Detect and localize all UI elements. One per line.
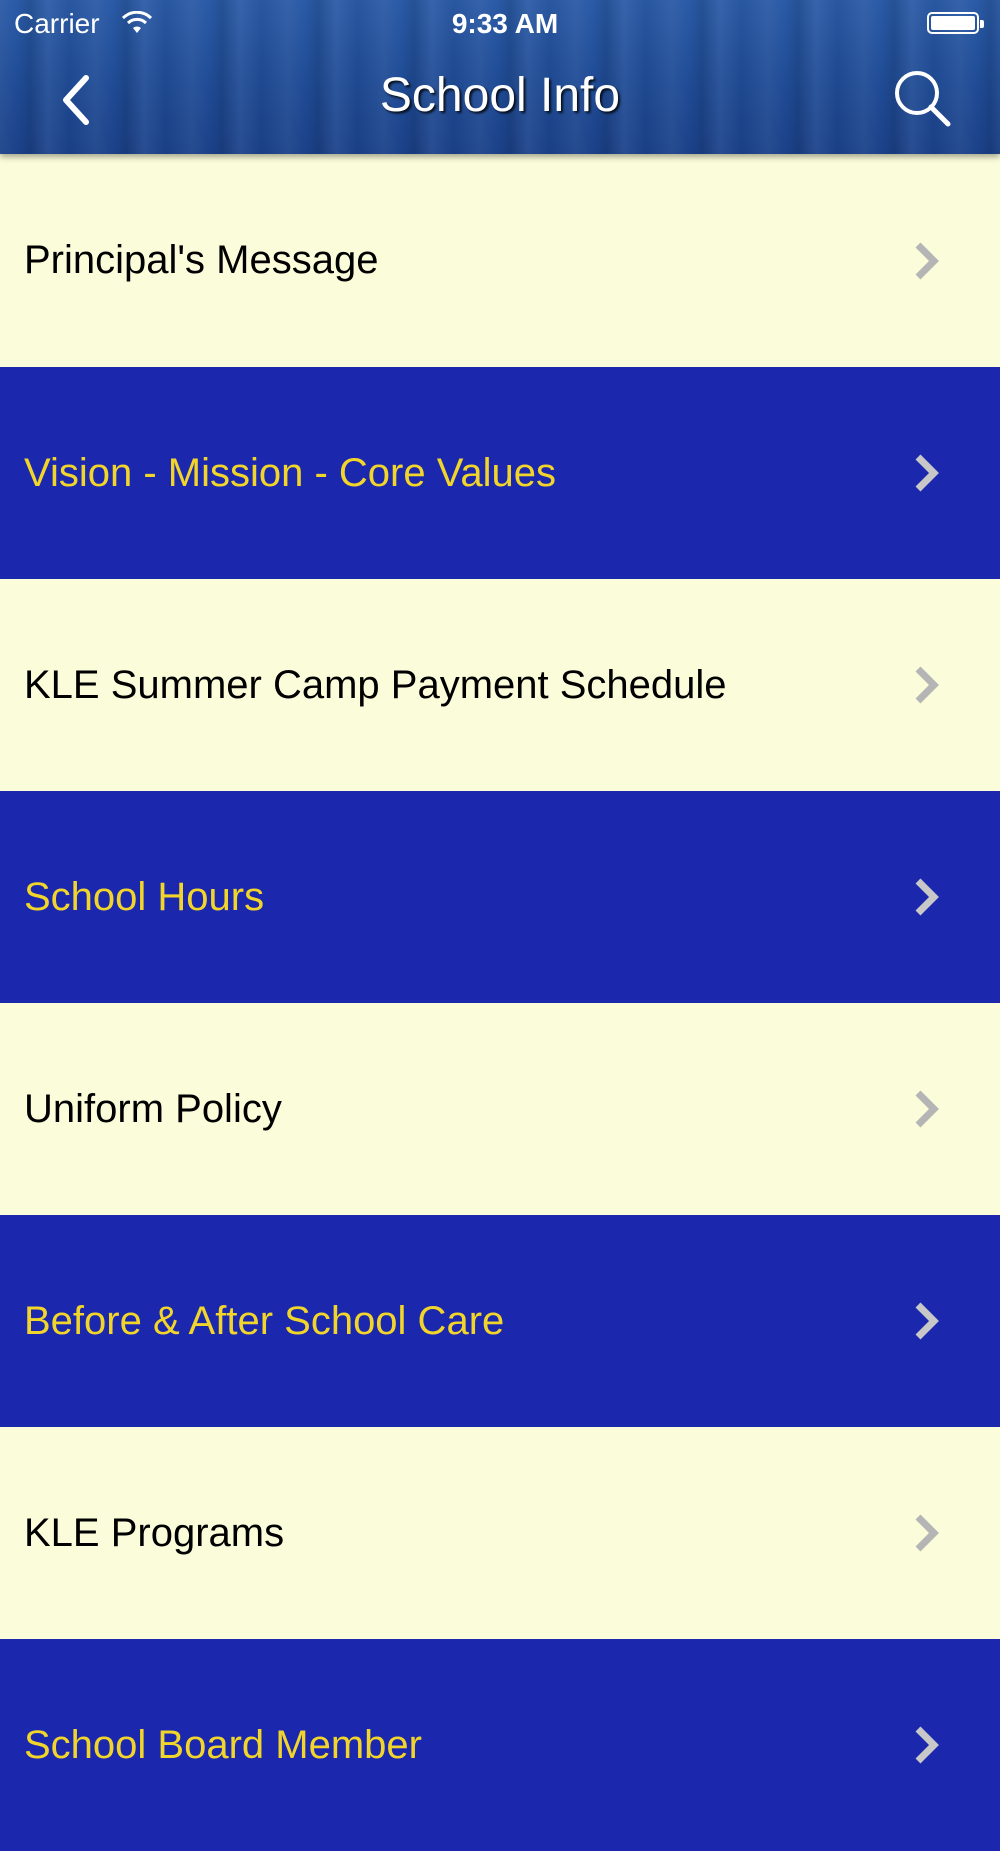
status-bar: Carrier 9:33 AM (0, 0, 1000, 50)
list-item[interactable]: Principal's Message (0, 154, 1000, 367)
chevron-right-icon (915, 666, 939, 704)
chevron-right-icon (915, 454, 939, 492)
list-item-label: School Hours (24, 874, 265, 919)
chevron-right-icon (915, 878, 939, 916)
battery-icon (927, 12, 984, 34)
list-item-label: KLE Programs (24, 1510, 285, 1555)
status-time: 9:33 AM (451, 8, 559, 39)
list-item[interactable]: Before & After School Care (0, 1215, 1000, 1427)
navigation-bar: Carrier 9:33 AM School Info (0, 0, 1000, 154)
chevron-right-icon (915, 1726, 939, 1764)
list-item-label: School Board Member (24, 1722, 422, 1767)
list-item-label: Uniform Policy (24, 1086, 282, 1131)
chevron-right-icon (915, 1514, 939, 1552)
list-item[interactable]: KLE Programs (0, 1427, 1000, 1639)
school-info-list: Principal's Message Vision - Mission - C… (0, 154, 1000, 1851)
list-item[interactable]: School Hours (0, 791, 1000, 1003)
list-item[interactable]: KLE Summer Camp Payment Schedule (0, 579, 1000, 791)
list-item[interactable]: Vision - Mission - Core Values (0, 367, 1000, 579)
search-button[interactable] (890, 66, 956, 132)
chevron-right-icon (915, 242, 939, 279)
list-item-label: Principal's Message (24, 238, 379, 282)
list-item-label: Vision - Mission - Core Values (24, 450, 557, 495)
list-item-label: KLE Summer Camp Payment Schedule (24, 662, 727, 707)
page-title: School Info (379, 69, 621, 122)
search-icon (895, 71, 951, 127)
list-item-label: Before & After School Care (24, 1298, 505, 1343)
list-item[interactable]: School Board Member (0, 1639, 1000, 1851)
chevron-right-icon (915, 1090, 939, 1128)
list-item[interactable]: Uniform Policy (0, 1003, 1000, 1215)
chevron-right-icon (915, 1302, 939, 1340)
